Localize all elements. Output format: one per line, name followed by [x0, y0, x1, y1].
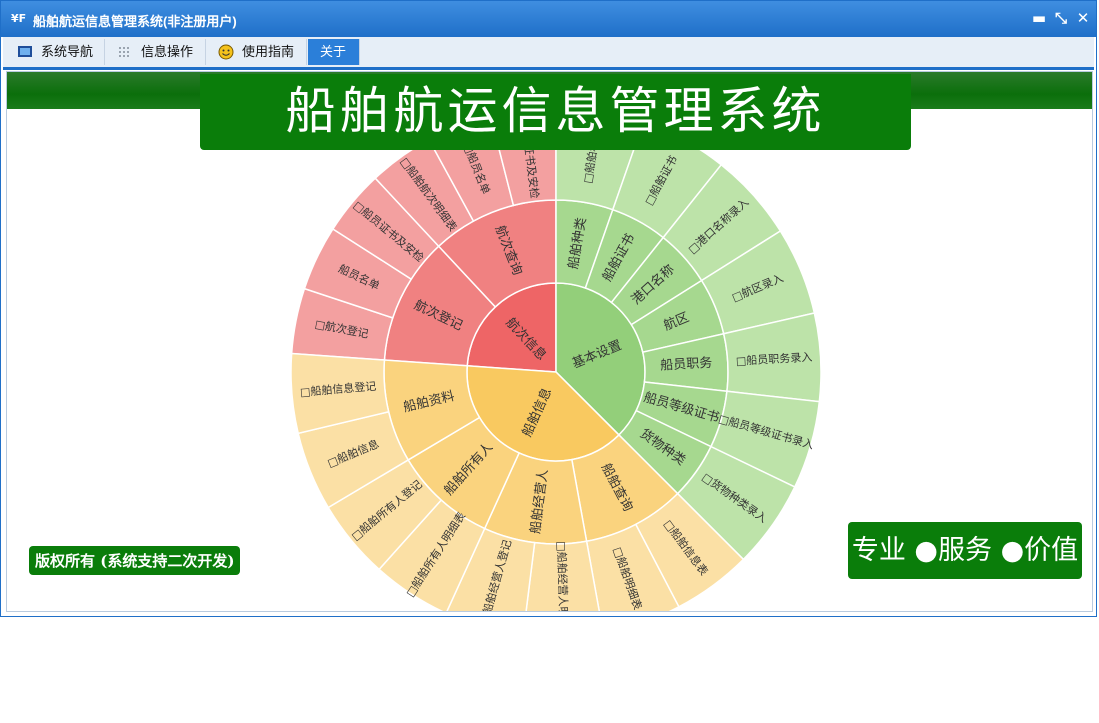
menu-item-label: 系统导航: [41, 44, 94, 59]
subsector-label: 船员职务: [660, 355, 713, 374]
menu-item-label: 使用指南: [242, 44, 295, 59]
banner-title: 船舶航运信息管理系统: [200, 74, 911, 150]
menu-bar: 系统导航 信息操作 使用指南 关于: [3, 37, 1094, 70]
menu-item-label: 信息操作: [141, 44, 194, 59]
main-content: 航次信息 航次登记 □航次登记 船员名单 □船员证书及安检 航次查询 □船舶航次明细表 □船员…: [6, 71, 1093, 612]
menu-item-about[interactable]: 关于: [308, 39, 360, 65]
grid-icon: [119, 47, 129, 57]
monitor-icon: [18, 46, 32, 57]
smile-icon: [218, 44, 234, 60]
restore-button[interactable]: ⤡: [1053, 10, 1069, 26]
leaf-label: □船舶经营人明细表: [555, 541, 572, 612]
title-bar: ¥F 船舶航运信息管理系统(非注册用户) ▬ ⤡ ✕: [1, 1, 1096, 37]
close-button[interactable]: ✕: [1075, 10, 1091, 26]
app-window: ¥F 船舶航运信息管理系统(非注册用户) ▬ ⤡ ✕ 系统导航 信息操作 使用指…: [0, 0, 1097, 617]
window-title: 船舶航运信息管理系统(非注册用户): [33, 14, 237, 29]
copyright-label: 版权所有 (系统支持二次开发): [29, 546, 241, 575]
menu-item-user-guide[interactable]: 使用指南: [206, 39, 307, 65]
menu-item-label: 关于: [320, 44, 347, 59]
menu-item-system-nav[interactable]: 系统导航: [5, 39, 105, 65]
app-logo-icon: ¥F: [11, 12, 27, 25]
slogan-label: 专业 ●服务 ●价值: [848, 522, 1082, 579]
menu-item-info-ops[interactable]: 信息操作: [105, 39, 206, 65]
minimize-button[interactable]: ▬: [1031, 10, 1047, 26]
